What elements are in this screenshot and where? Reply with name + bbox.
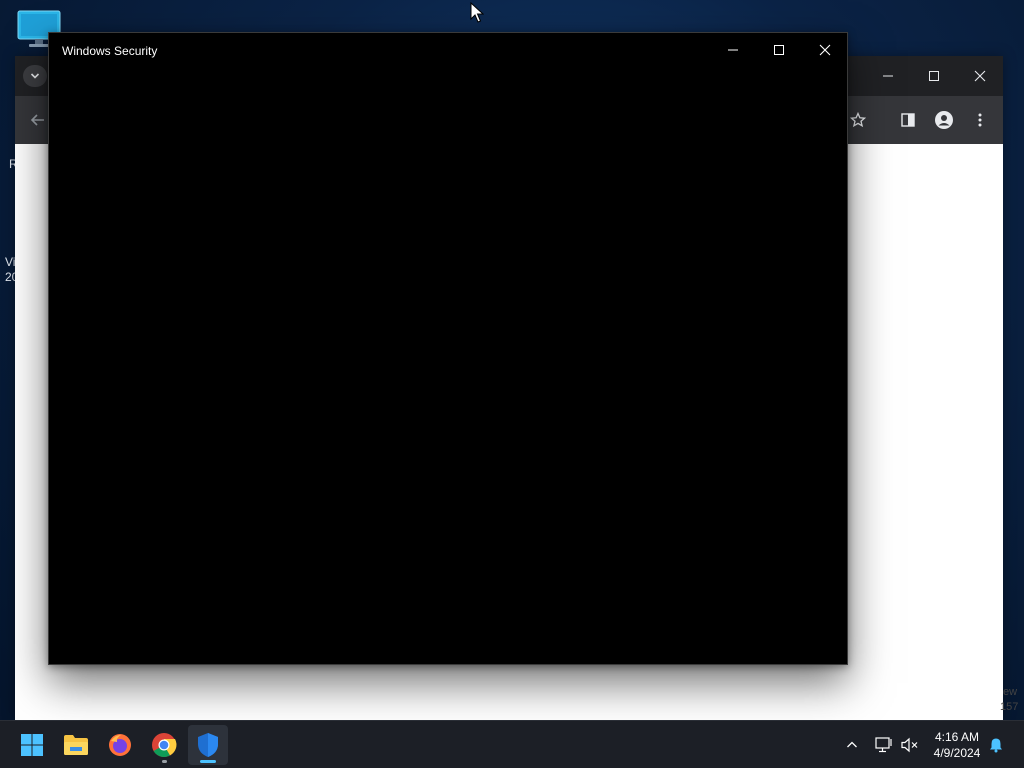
windows-security-window: Windows Security xyxy=(48,32,848,665)
window-content-area xyxy=(49,67,847,664)
maximize-button[interactable] xyxy=(759,37,799,63)
taskbar: 4:16 AM 4/9/2024 xyxy=(0,720,1024,768)
show-hidden-icons-button[interactable] xyxy=(840,733,864,757)
clock-time: 4:16 AM xyxy=(934,730,980,744)
more-menu-icon xyxy=(978,113,982,127)
chevron-up-icon xyxy=(847,741,857,748)
notification-bell-icon xyxy=(990,738,1002,753)
running-indicator xyxy=(162,760,167,763)
volume-muted-icon xyxy=(901,737,918,753)
close-icon xyxy=(819,44,831,56)
network-icon xyxy=(875,737,892,753)
chrome-menu-button[interactable] xyxy=(968,108,992,132)
desktop-label-fragment: Vi xyxy=(5,255,16,269)
chrome-maximize-button[interactable] xyxy=(922,64,946,88)
window-title: Windows Security xyxy=(62,44,158,58)
windows-logo-icon xyxy=(21,734,43,756)
notification-center-button[interactable] xyxy=(984,733,1008,757)
taskbar-windows-security[interactable] xyxy=(188,725,228,765)
volume-status[interactable] xyxy=(898,733,922,757)
arrow-cursor-icon xyxy=(470,1,485,23)
close-icon xyxy=(974,70,986,82)
back-arrow-icon xyxy=(30,114,44,126)
maximize-icon xyxy=(774,45,784,55)
taskbar-chrome[interactable] xyxy=(144,725,184,765)
minimize-icon xyxy=(883,75,893,77)
taskbar-firefox[interactable] xyxy=(100,725,140,765)
chrome-close-button[interactable] xyxy=(968,64,992,88)
folder-icon xyxy=(64,735,88,755)
shield-icon xyxy=(198,733,218,757)
chrome-minimize-button[interactable] xyxy=(876,64,900,88)
clock-date: 4/9/2024 xyxy=(933,746,981,760)
side-panel-icon xyxy=(901,113,915,127)
back-button[interactable] xyxy=(26,108,50,132)
side-panel-button[interactable] xyxy=(896,108,920,132)
start-button[interactable] xyxy=(12,725,52,765)
chrome-icon xyxy=(152,733,177,758)
page-text-fragment: 157 xyxy=(1000,701,1019,713)
active-indicator xyxy=(200,760,216,763)
profile-button[interactable] xyxy=(932,108,956,132)
mouse-cursor xyxy=(470,1,485,24)
profile-icon xyxy=(935,111,953,129)
maximize-icon xyxy=(929,71,939,81)
chevron-down-icon xyxy=(30,73,40,79)
page-text-fragment: ew xyxy=(1003,686,1018,698)
minimize-button[interactable] xyxy=(713,37,753,63)
network-status[interactable] xyxy=(872,733,896,757)
firefox-icon xyxy=(109,734,131,756)
minimize-icon xyxy=(728,49,738,51)
tab-search-button[interactable] xyxy=(23,65,47,87)
taskbar-file-explorer[interactable] xyxy=(56,725,96,765)
system-clock[interactable]: 4:16 AM 4/9/2024 xyxy=(926,729,988,761)
bookmark-star-icon xyxy=(850,112,866,128)
close-button[interactable] xyxy=(805,37,845,63)
bookmark-button[interactable] xyxy=(846,108,870,132)
